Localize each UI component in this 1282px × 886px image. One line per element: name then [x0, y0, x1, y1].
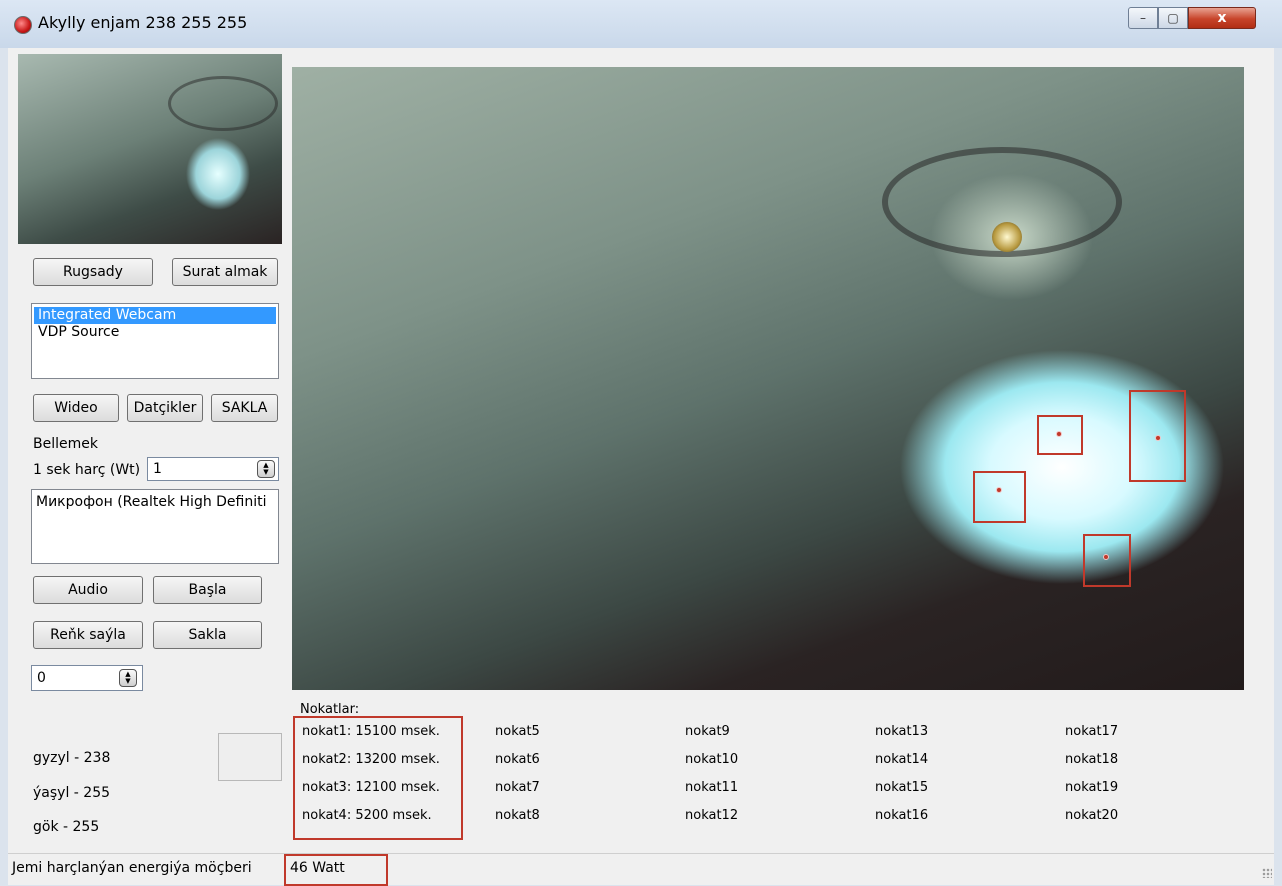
video-button[interactable]: Wideo [33, 394, 119, 422]
tracked-point-dot [1056, 431, 1062, 437]
sensors-button[interactable]: Datçikler [127, 394, 203, 422]
app-icon [14, 16, 32, 34]
consumption-value: 1 [153, 461, 162, 477]
stepper-icon[interactable]: ▲ ▼ [119, 669, 137, 687]
resize-grip-icon[interactable] [1262, 868, 1272, 878]
take-photo-button[interactable]: Surat almak [172, 258, 278, 286]
choose-color-button[interactable]: Reňk saýla [33, 621, 143, 649]
color-swatch [218, 733, 282, 781]
audio-device-list[interactable]: Микрофон (Realtek High Definiti [31, 489, 279, 564]
lamp-ring-thumb [168, 76, 278, 131]
point-label: nokat10 [685, 752, 739, 767]
point-label: nokat11 [685, 780, 739, 795]
point-label: nokat7 [495, 780, 540, 795]
consumption-label: 1 sek harç (Wt) [33, 462, 141, 478]
save-color-button[interactable]: Sakla [153, 621, 262, 649]
point-label: nokat3: 12100 msek. [302, 780, 440, 795]
video-device-list[interactable]: Integrated Webcam VDP Source [31, 303, 279, 379]
camera-thumbnail [18, 54, 282, 244]
lamp-bulb [992, 222, 1022, 252]
counter-value: 0 [37, 670, 46, 686]
counter-input[interactable]: 0 ▲ ▼ [31, 665, 143, 691]
list-item[interactable]: Integrated Webcam [34, 307, 276, 324]
point-label: nokat6 [495, 752, 540, 767]
energy-value: 46 Watt [290, 860, 345, 876]
point-label: nokat16 [875, 808, 929, 823]
memory-label: Bellemek [33, 436, 98, 452]
green-value: ýaşyl - 255 [33, 785, 111, 801]
list-item[interactable]: Микрофон (Realtek High Definiti [32, 490, 278, 514]
energy-label: Jemi harçlanýan energiýa möçberi [12, 860, 252, 876]
tracked-point-box [1129, 390, 1186, 482]
status-bar: Jemi harçlanýan energiýa möçberi 46 Watt [8, 853, 1274, 886]
points-panel: Nokatlar: nokat1: 15100 msek. nokat2: 13… [290, 700, 1254, 840]
close-button[interactable]: x [1188, 7, 1256, 29]
tracked-point-box [973, 471, 1026, 523]
point-label: nokat2: 13200 msek. [302, 752, 440, 767]
point-label: nokat15 [875, 780, 929, 795]
permission-button[interactable]: Rugsady [33, 258, 153, 286]
point-label: nokat9 [685, 724, 730, 739]
point-label: nokat1: 15100 msek. [302, 724, 440, 739]
consumption-input[interactable]: 1 ▲ ▼ [147, 457, 279, 481]
tracked-point-box [1083, 534, 1131, 587]
point-label: nokat5 [495, 724, 540, 739]
point-label: nokat8 [495, 808, 540, 823]
point-label: nokat17 [1065, 724, 1119, 739]
point-label: nokat4: 5200 msek. [302, 808, 432, 823]
camera-view [292, 67, 1244, 690]
start-button[interactable]: Başla [153, 576, 262, 604]
tracked-point-dot [1103, 554, 1109, 560]
maximize-button[interactable]: ▢ [1158, 7, 1188, 29]
stepper-icon[interactable]: ▲ ▼ [257, 460, 275, 478]
point-label: nokat14 [875, 752, 929, 767]
point-label: nokat12 [685, 808, 739, 823]
point-label: nokat19 [1065, 780, 1119, 795]
minimize-button[interactable]: – [1128, 7, 1158, 29]
audio-button[interactable]: Audio [33, 576, 143, 604]
red-value: gyzyl - 238 [33, 750, 111, 766]
tracked-point-box [1037, 415, 1083, 455]
window-title: Akylly enjam 238 255 255 [38, 13, 248, 32]
point-label: nokat18 [1065, 752, 1119, 767]
tracked-point-dot [996, 487, 1002, 493]
points-header: Nokatlar: [300, 702, 360, 717]
list-item[interactable]: VDP Source [34, 324, 276, 341]
tracked-point-dot [1155, 435, 1161, 441]
save-button[interactable]: SAKLA [211, 394, 278, 422]
point-label: nokat13 [875, 724, 929, 739]
point-label: nokat20 [1065, 808, 1119, 823]
blue-value: gök - 255 [33, 819, 100, 835]
title-bar: Akylly enjam 238 255 255 – ▢ x [0, 0, 1282, 48]
